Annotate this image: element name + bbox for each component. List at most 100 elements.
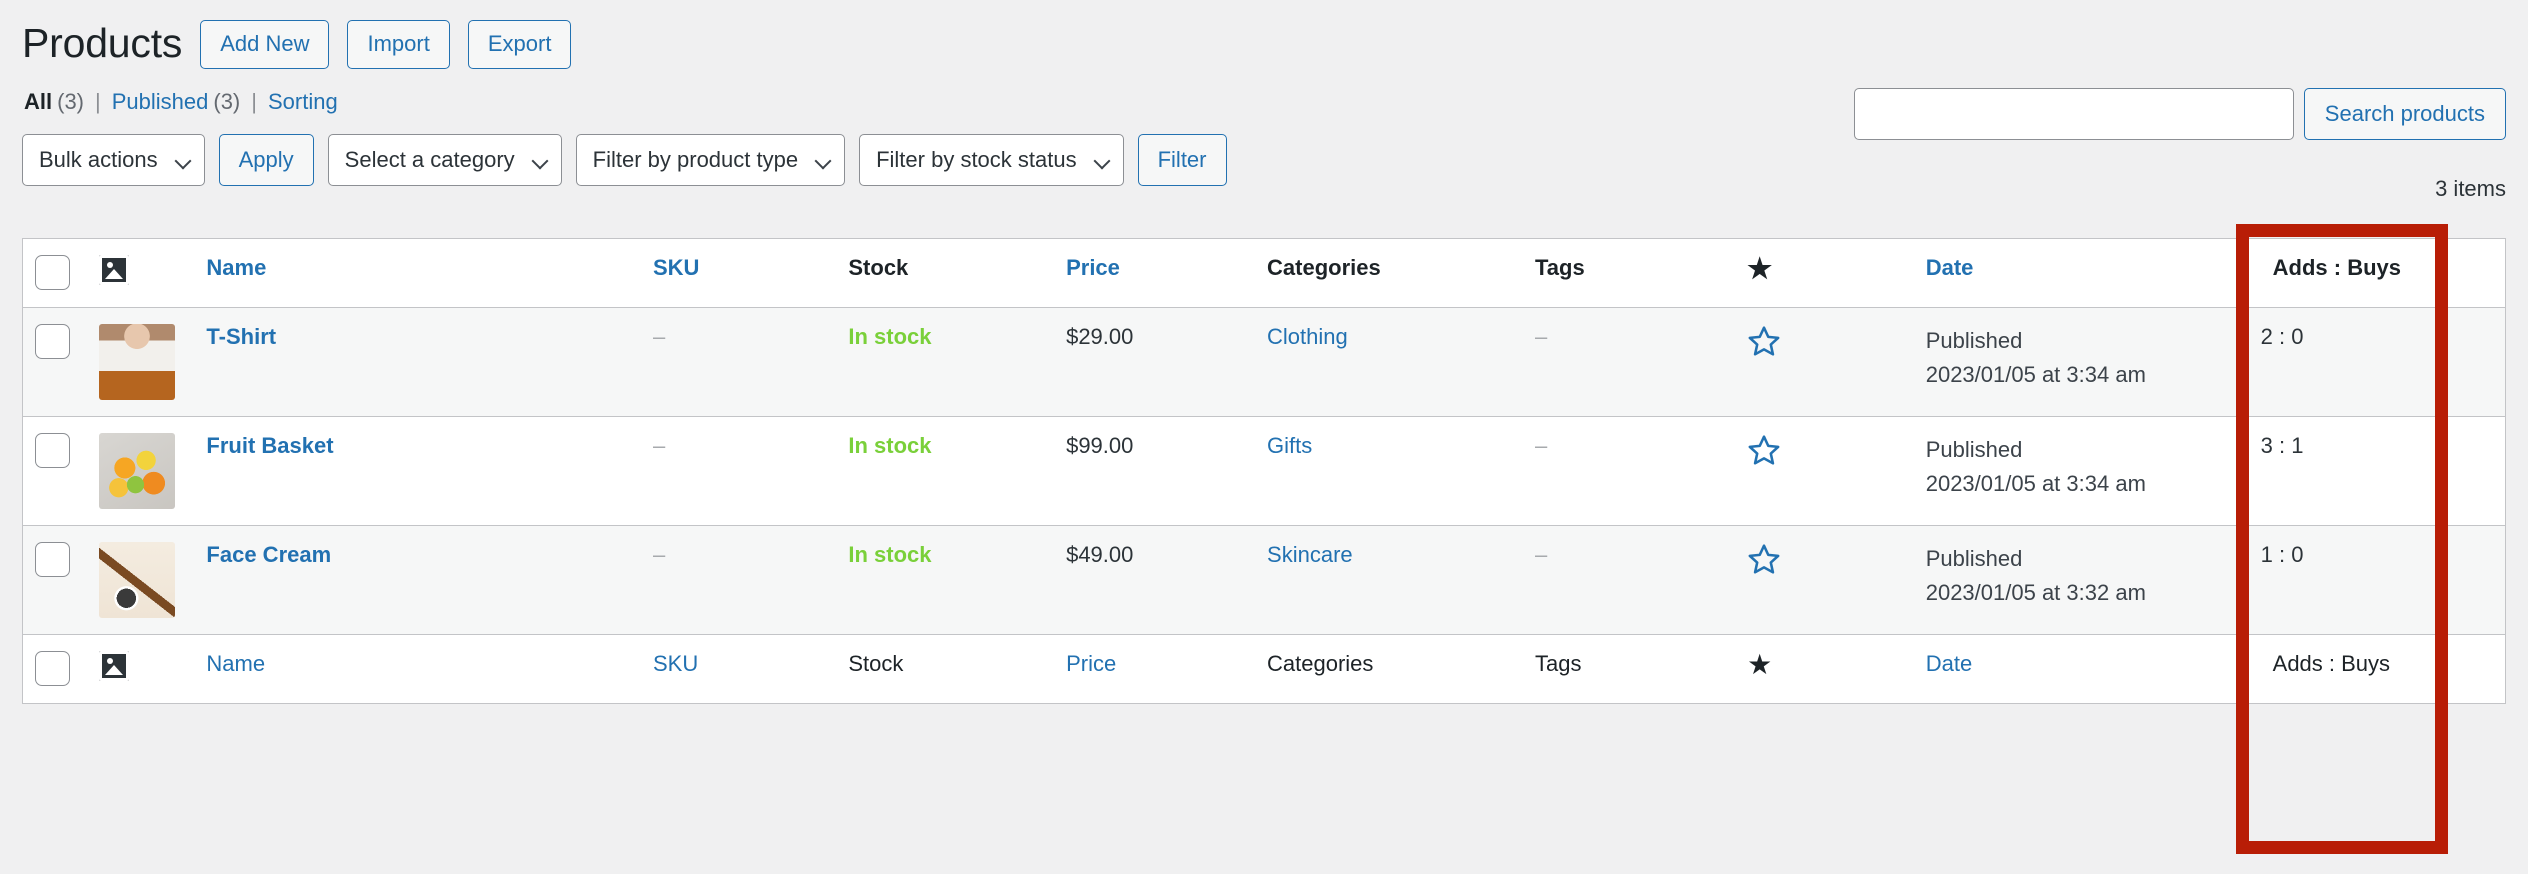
star-outline-icon[interactable] [1747,324,1781,362]
row-thumbnail-cell [87,307,195,417]
row-price-cell: $29.00 [1054,307,1256,417]
search-products-button[interactable]: Search products [2303,88,2506,140]
stock-status-badge: In stock [848,433,932,458]
adds-buys-value: 3 : 1 [2260,433,2304,458]
featured-column-footer: ★ [1735,634,1914,704]
sku-value: – [653,542,666,567]
view-published[interactable]: Published [112,89,209,115]
price-value: $29.00 [1066,324,1134,349]
row-checkbox[interactable] [35,433,70,468]
product-name-link[interactable]: Fruit Basket [206,433,333,458]
image-icon [99,255,130,285]
product-thumbnail[interactable] [99,542,176,618]
date-value: 2023/01/05 at 3:34 am [1925,471,2146,497]
stock-status-select[interactable]: Filter by stock status [859,134,1124,186]
sku-value: – [653,324,666,349]
product-name-link[interactable]: Face Cream [206,542,331,567]
image-column-footer [87,634,195,704]
export-button[interactable]: Export [467,19,572,69]
search-input[interactable] [1853,88,2294,140]
star-icon: ★ [1747,253,1773,284]
name-column-header: Name [194,238,641,308]
adds-buys-column-label-footer: Adds : Buys [2272,651,2391,676]
category-select[interactable]: Select a category [327,134,562,186]
stock-column-footer: Stock [836,634,1055,704]
date-column-footer: Date [1913,634,2249,704]
row-checkbox[interactable] [35,324,70,359]
chevron-down-icon [1093,152,1111,170]
name-column-sort-link-footer[interactable]: Name [206,651,265,676]
category-link[interactable]: Skincare [1267,542,1353,567]
product-type-select-label: Filter by product type [592,147,799,172]
select-all-header [22,238,88,308]
adds-buys-value: 2 : 0 [2260,324,2304,349]
tags-column-label: Tags [1534,255,1585,280]
row-categories-cell: Skincare [1255,525,1523,635]
sku-column-header: SKU [641,238,837,308]
row-thumbnail-cell [87,416,195,526]
tags-column-header: Tags [1522,238,1736,308]
row-stock-cell: In stock [836,416,1055,526]
row-tags-cell: – [1522,307,1736,417]
adds-buys-value: 1 : 0 [2260,542,2304,567]
adds-buys-column-label: Adds : Buys [2272,255,2401,280]
adds-buys-column-footer: Adds : Buys [2248,634,2506,704]
table-head: Name SKU Stock Price Categories Tags ★ D… [22,238,2506,308]
date-column-sort-link-footer[interactable]: Date [1926,651,1972,676]
view-sorting[interactable]: Sorting [268,89,338,115]
row-name-cell: T-Shirt [194,307,641,417]
import-button[interactable]: Import [347,19,450,69]
row-categories-cell: Clothing [1255,307,1523,417]
view-published-count: (3) [213,89,241,114]
name-column-footer: Name [194,634,641,704]
row-date-cell: Published 2023/01/05 at 3:32 am [1913,525,2249,635]
date-value: 2023/01/05 at 3:32 am [1925,580,2146,606]
date-column-sort-link[interactable]: Date [1926,255,1974,280]
stock-status-badge: In stock [848,542,932,567]
tags-value: – [1534,324,1548,349]
row-featured-cell [1735,525,1914,635]
row-featured-cell [1735,416,1914,526]
table-foot: Name SKU Stock Price Categories Tags ★ D… [22,634,2506,704]
items-count: 3 items [2435,176,2506,201]
row-sku-cell: – [641,416,837,526]
stock-column-label-footer: Stock [848,651,904,676]
products-admin-page: Products Add New Import Export All (3) |… [0,0,2528,874]
sku-value: – [653,433,666,458]
bulk-actions-select[interactable]: Bulk actions [22,134,205,186]
product-type-select[interactable]: Filter by product type [575,134,846,186]
apply-button[interactable]: Apply [218,134,314,186]
sku-column-sort-link[interactable]: SKU [653,255,699,280]
product-thumbnail[interactable] [99,433,176,509]
row-price-cell: $49.00 [1054,525,1256,635]
row-tags-cell: – [1522,525,1736,635]
filter-button[interactable]: Filter [1137,134,1227,186]
page-title: Products [22,20,183,67]
name-column-sort-link[interactable]: Name [206,255,266,280]
product-thumbnail[interactable] [99,324,176,400]
products-table: Name SKU Stock Price Categories Tags ★ D… [22,238,2506,704]
category-link[interactable]: Gifts [1267,433,1312,458]
tags-column-label-footer: Tags [1534,651,1582,676]
sku-column-sort-link-footer[interactable]: SKU [653,651,698,676]
price-column-sort-link[interactable]: Price [1066,255,1120,280]
stock-column-label: Stock [848,255,909,280]
row-price-cell: $99.00 [1054,416,1256,526]
row-stock-cell: In stock [836,307,1055,417]
row-checkbox[interactable] [35,542,70,577]
product-name-link[interactable]: T-Shirt [206,324,276,349]
star-outline-icon[interactable] [1747,542,1781,580]
date-value: 2023/01/05 at 3:34 am [1925,362,2146,388]
sku-column-footer: SKU [641,634,837,704]
category-link[interactable]: Clothing [1267,324,1348,349]
view-all[interactable]: All [24,89,52,115]
image-icon [99,651,130,681]
select-all-checkbox[interactable] [35,255,70,290]
row-featured-cell [1735,307,1914,417]
search-area: Search products [1853,88,2506,140]
price-column-sort-link-footer[interactable]: Price [1066,651,1116,676]
tags-value: – [1534,542,1548,567]
add-new-button[interactable]: Add New [200,19,330,69]
star-outline-icon[interactable] [1747,433,1781,471]
select-all-checkbox-footer[interactable] [35,651,70,686]
